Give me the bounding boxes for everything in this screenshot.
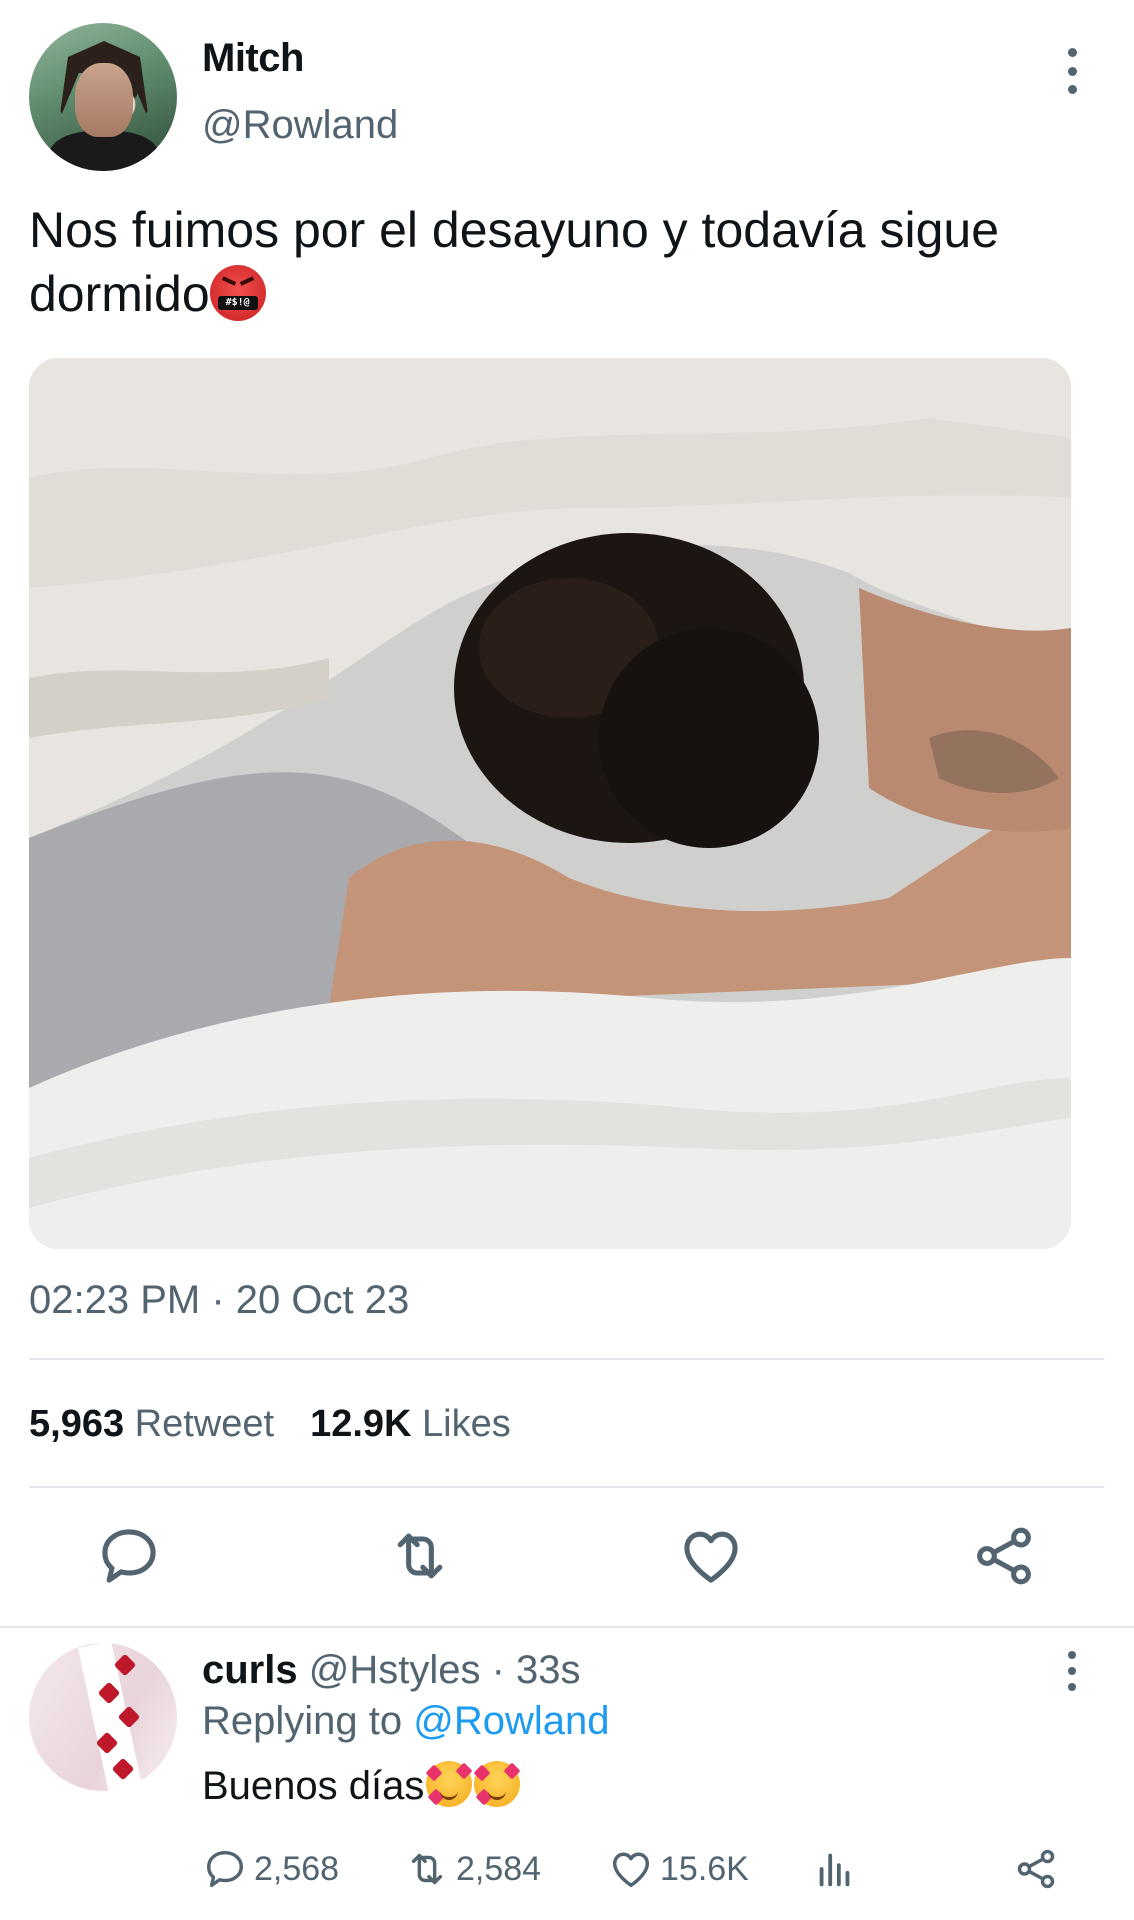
tweet-timestamp[interactable]: 02:23 PM · 20 Oct 23 xyxy=(29,1278,409,1323)
divider xyxy=(0,1626,1134,1628)
reply-age[interactable]: 33s xyxy=(516,1648,581,1692)
more-options-icon[interactable] xyxy=(1060,48,1084,94)
reply-reply-count: 2,568 xyxy=(254,1849,340,1888)
emoji-brow xyxy=(221,276,236,286)
more-dot xyxy=(1068,1651,1076,1659)
retweet-label[interactable]: Retweet xyxy=(135,1403,274,1445)
retweet-icon xyxy=(411,1853,443,1885)
retweet-count[interactable]: 5,963 xyxy=(29,1403,124,1445)
emoji-brow xyxy=(239,276,254,286)
emoji-band: #$!@ xyxy=(217,296,258,310)
more-dot xyxy=(1067,66,1077,76)
smiling-face-with-hearts-icon xyxy=(473,1761,521,1807)
likes-count[interactable]: 12.9K xyxy=(310,1403,411,1445)
reply-icon xyxy=(206,1850,244,1888)
retweet-icon[interactable] xyxy=(386,1522,454,1590)
author-avatar[interactable] xyxy=(29,23,177,171)
reply-retweet-button[interactable]: 2,584 xyxy=(404,1845,541,1893)
reply-separator: · xyxy=(480,1648,517,1692)
tweet-photo[interactable] xyxy=(29,358,1071,1249)
more-dot xyxy=(1067,48,1077,57)
replying-to-link[interactable]: @Rowland xyxy=(413,1699,609,1743)
author-handle[interactable]: @Rowland xyxy=(202,103,398,148)
tweet-text-content: Nos fuimos por el desayuno y todavía sig… xyxy=(29,202,999,322)
engagement-stats: 5,963 Retweet 12.9K Likes xyxy=(29,1403,511,1446)
more-dot xyxy=(1068,1683,1076,1691)
reply-share-button[interactable] xyxy=(1013,1845,1059,1893)
reply-reply-button[interactable]: 2,568 xyxy=(202,1845,339,1893)
reply-icon[interactable] xyxy=(95,1522,163,1590)
angry-cursing-emoji-icon: #$!@ xyxy=(209,265,266,321)
reply-author-name[interactable]: curls xyxy=(202,1648,298,1692)
author-display-name[interactable]: Mitch xyxy=(202,36,304,81)
reply-author-avatar[interactable] xyxy=(29,1643,177,1791)
reply-like-count: 15.6K xyxy=(660,1849,749,1888)
like-icon[interactable] xyxy=(677,1522,745,1590)
divider xyxy=(29,1358,1104,1360)
reply-text-content: Buenos días xyxy=(202,1764,425,1808)
share-icon xyxy=(1017,1849,1055,1889)
likes-label[interactable]: Likes xyxy=(422,1403,511,1445)
reply-action-bar: 2,568 2,584 15.6K xyxy=(0,1845,1134,1893)
replying-prefix: Replying to xyxy=(202,1699,414,1743)
avatar-face xyxy=(75,63,133,137)
reply-author-line: curls @Hstyles · 33s xyxy=(202,1648,581,1693)
like-icon xyxy=(612,1852,650,1888)
analytics-bars-icon xyxy=(819,1853,850,1887)
reply-retweet-count: 2,584 xyxy=(456,1849,542,1888)
divider xyxy=(29,1486,1104,1488)
tweet-detail-page: Mitch @Rowland Nos fuimos por el desayun… xyxy=(0,0,1134,1920)
replying-to-line: Replying to @Rowland xyxy=(202,1699,609,1744)
more-dot xyxy=(1068,1667,1076,1675)
reply-author-handle[interactable]: @Hstyles xyxy=(309,1648,481,1692)
smiling-face-with-hearts-icon xyxy=(425,1761,473,1807)
reply-text: Buenos días xyxy=(202,1761,521,1809)
tweet-action-bar xyxy=(0,1522,1134,1590)
reply-more-options-icon[interactable] xyxy=(1060,1651,1084,1691)
more-dot xyxy=(1067,85,1077,94)
photo-sleeping-person xyxy=(29,358,1071,1249)
share-icon[interactable] xyxy=(970,1522,1038,1590)
tweet-text: Nos fuimos por el desayuno y todavía sig… xyxy=(29,198,1089,326)
avatar-coat xyxy=(49,131,159,171)
views-analytics-button[interactable] xyxy=(812,1845,858,1893)
reply-like-button[interactable]: 15.6K xyxy=(608,1845,749,1893)
